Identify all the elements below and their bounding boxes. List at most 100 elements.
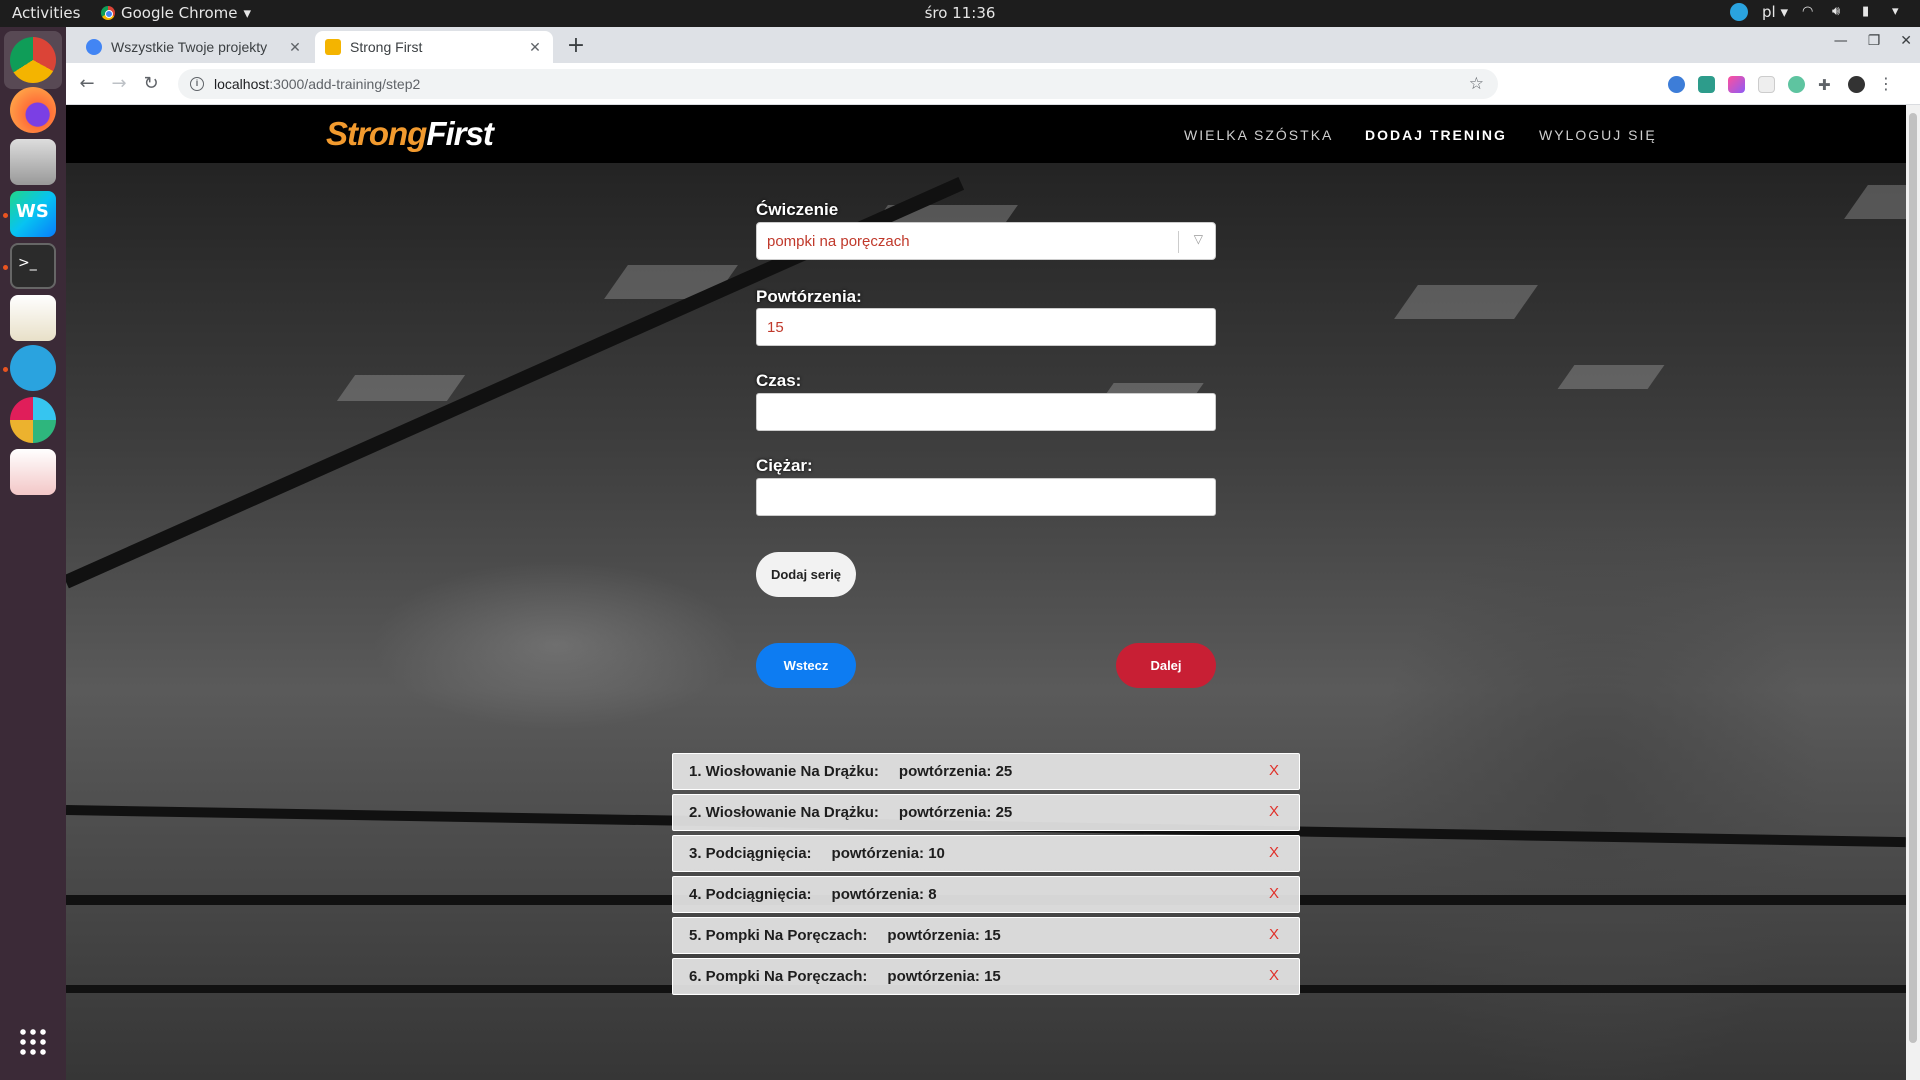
back-button[interactable]: Wstecz xyxy=(756,643,856,688)
delete-series-button[interactable]: X xyxy=(1269,803,1279,820)
system-tray[interactable]: pl ▾ ◠ 🔊︎ ▮ ▾ xyxy=(1729,3,1908,21)
url-path: :3000/add-training/step2 xyxy=(269,76,421,92)
series-row: 6. Pompki Na Poręczach: powtórzenia: 15 … xyxy=(672,958,1300,995)
caret-down-icon: ▾ xyxy=(243,4,252,22)
new-tab-icon[interactable]: + xyxy=(562,33,590,61)
background-ceiling-light xyxy=(1844,185,1906,219)
select-separator xyxy=(1178,231,1179,253)
background-ceiling-light xyxy=(1394,285,1538,319)
extension-icon[interactable] xyxy=(1758,76,1775,93)
webstorm-dock-icon[interactable]: WS xyxy=(10,191,56,237)
site-info-icon[interactable]: i xyxy=(190,77,204,91)
delete-series-button[interactable]: X xyxy=(1269,926,1279,943)
time-label: Czas: xyxy=(756,371,802,390)
delete-series-button[interactable]: X xyxy=(1269,885,1279,902)
tab-projects[interactable]: Wszystkie Twoje projekty ✕ xyxy=(76,31,313,63)
bookmark-star-icon[interactable]: ☆ xyxy=(1469,74,1484,94)
activities-button[interactable]: Activities xyxy=(12,4,80,22)
series-row: 5. Pompki Na Poręczach: powtórzenia: 15 … xyxy=(672,917,1300,954)
nav-link-wyloguj[interactable]: WYLOGUJ SIĘ xyxy=(1539,127,1657,143)
clock[interactable]: śro 11:36 xyxy=(0,4,1920,22)
extension-icon[interactable] xyxy=(1698,76,1715,93)
google-favicon-icon xyxy=(86,39,102,55)
extension-icon[interactable] xyxy=(1728,76,1745,93)
extension-icon[interactable] xyxy=(1788,76,1805,93)
app-menu[interactable]: Google Chrome ▾ xyxy=(101,4,251,22)
series-reps: powtórzenia: 8 xyxy=(831,886,937,903)
forward-arrow-icon[interactable]: → xyxy=(106,71,132,97)
app-menu-label: Google Chrome xyxy=(121,4,238,22)
close-window-icon[interactable]: ✕ xyxy=(1900,33,1912,49)
back-arrow-icon[interactable]: ← xyxy=(74,71,100,97)
chevron-down-icon[interactable]: ▽ xyxy=(1194,232,1203,246)
series-row: 1. Wiosłowanie Na Drążku: powtórzenia: 2… xyxy=(672,753,1300,790)
page-scrollbar[interactable] xyxy=(1906,105,1920,1080)
series-reps: powtórzenia: 25 xyxy=(898,763,1013,780)
reps-label: Powtórzenia: xyxy=(756,287,862,306)
language-indicator[interactable]: pl ▾ xyxy=(1762,3,1788,21)
scrollbar-thumb[interactable] xyxy=(1909,113,1917,1043)
delete-series-button[interactable]: X xyxy=(1269,967,1279,984)
dock: WS >_ xyxy=(0,27,66,1080)
tab-title: Strong First xyxy=(350,39,423,55)
site-navbar: StrongFirst WIELKA SZÓSTKA DODAJ TRENING… xyxy=(66,105,1906,163)
time-input[interactable] xyxy=(756,393,1216,431)
tab-strip: Wszystkie Twoje projekty ✕ Strong First … xyxy=(66,27,1920,63)
add-series-button[interactable]: Dodaj serię xyxy=(756,552,856,597)
next-button[interactable]: Dalej xyxy=(1116,643,1216,688)
tab-title: Wszystkie Twoje projekty xyxy=(111,39,268,55)
delete-series-button[interactable]: X xyxy=(1269,844,1279,861)
browser-toolbar: ← → ↻ i localhost:3000/add-training/step… xyxy=(66,63,1920,105)
series-row: 2. Wiosłowanie Na Drążku: powtórzenia: 2… xyxy=(672,794,1300,831)
address-bar[interactable]: i localhost:3000/add-training/step2 ☆ xyxy=(178,69,1498,99)
series-exercise-name: 2. Wiosłowanie Na Drążku: xyxy=(689,804,879,821)
running-indicator xyxy=(3,265,8,270)
telegram-dock-icon[interactable] xyxy=(10,345,56,391)
delete-series-button[interactable]: X xyxy=(1269,762,1279,779)
wifi-icon: ◠ xyxy=(1802,4,1814,19)
strongfirst-favicon-icon xyxy=(325,39,341,55)
system-menu-caret-icon[interactable]: ▾ xyxy=(1892,5,1908,19)
exercise-selected-value: pompki na poręczach xyxy=(767,232,910,250)
restore-icon[interactable]: ❐ xyxy=(1868,33,1881,49)
reload-icon[interactable]: ↻ xyxy=(138,71,164,97)
series-exercise-name: 1. Wiosłowanie Na Drążku: xyxy=(689,763,879,780)
series-reps: powtórzenia: 10 xyxy=(831,845,945,862)
browser-window: Wszystkie Twoje projekty ✕ Strong First … xyxy=(66,27,1920,1080)
minimize-icon[interactable]: — xyxy=(1834,33,1848,49)
series-reps: powtórzenia: 15 xyxy=(887,968,1001,985)
nav-link-wielka-szostka[interactable]: WIELKA SZÓSTKA xyxy=(1184,127,1333,143)
firefox-dock-icon[interactable] xyxy=(10,87,56,133)
document-viewer-dock-icon[interactable] xyxy=(10,449,56,495)
series-reps: powtórzenia: 15 xyxy=(887,927,1001,944)
exercise-select[interactable]: pompki na poręczach ▽ xyxy=(756,222,1216,260)
battery-icon: ▮ xyxy=(1862,4,1870,19)
system-top-bar: Activities Google Chrome ▾ śro 11:36 pl … xyxy=(0,0,1920,27)
close-tab-icon[interactable]: ✕ xyxy=(527,39,543,56)
reps-input-value: 15 xyxy=(767,318,784,336)
series-exercise-name: 4. Podciągnięcia: xyxy=(689,886,812,903)
profile-avatar[interactable] xyxy=(1848,76,1865,93)
chrome-icon xyxy=(101,6,115,20)
web-page: StrongFirst WIELKA SZÓSTKA DODAJ TRENING… xyxy=(66,105,1906,1080)
site-logo[interactable]: StrongFirst xyxy=(326,115,494,153)
terminal-dock-icon[interactable]: >_ xyxy=(10,243,56,289)
extensions-puzzle-icon[interactable]: ✚ xyxy=(1818,76,1835,94)
show-applications-icon[interactable] xyxy=(18,1027,48,1057)
more-menu-icon[interactable]: ⋮ xyxy=(1878,76,1895,93)
extension-icon[interactable] xyxy=(1668,76,1685,93)
close-tab-icon[interactable]: ✕ xyxy=(287,39,303,56)
tab-strong-first[interactable]: Strong First ✕ xyxy=(315,31,553,63)
files-dock-icon[interactable] xyxy=(10,139,56,185)
nav-link-dodaj-trening[interactable]: DODAJ TRENING xyxy=(1365,127,1507,143)
background-ceiling-light xyxy=(336,375,466,401)
series-exercise-name: 6. Pompki Na Poręczach: xyxy=(689,968,868,985)
reps-input[interactable]: 15 xyxy=(756,308,1216,346)
chrome-dock-icon[interactable] xyxy=(10,37,56,83)
telegram-tray-icon[interactable] xyxy=(1729,3,1748,21)
series-row: 3. Podciągnięcia: powtórzenia: 10 X xyxy=(672,835,1300,872)
running-indicator xyxy=(3,213,8,218)
weight-input[interactable] xyxy=(756,478,1216,516)
text-editor-dock-icon[interactable] xyxy=(10,295,56,341)
slack-dock-icon[interactable] xyxy=(10,397,56,443)
